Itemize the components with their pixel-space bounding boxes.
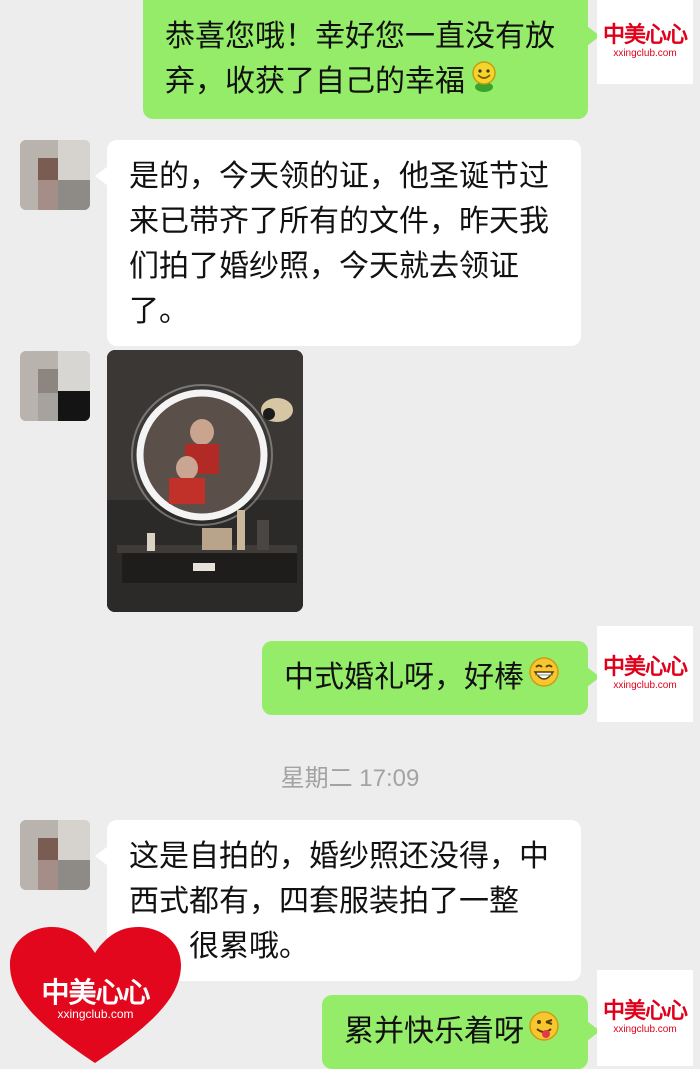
message-bubble-outgoing[interactable]: 恭喜您哦！幸好您一直没有放弃，收获了自己的幸福: [143, 0, 600, 119]
brand-url: xxingclub.com: [613, 48, 677, 59]
message-text: 累并快乐着呀: [344, 1014, 524, 1049]
brand-logo-text: 中美心心: [602, 23, 688, 48]
my-avatar[interactable]: 中美心心 xxingclub.com: [597, 970, 693, 1066]
message-text: 这是自拍的，婚纱照还没得，中西式都有，四套服装拍了一整天，很累哦。: [129, 839, 549, 964]
brand-url: xxingclub.com: [613, 1024, 677, 1035]
message-bubble-outgoing[interactable]: 累并快乐着呀: [322, 995, 600, 1069]
mirror-selfie-image: [107, 350, 303, 612]
message-bubble-incoming[interactable]: 是的，今天领的证，他圣诞节过来已带齐了所有的文件，昨天我们拍了婚纱照，今天就去领…: [95, 140, 581, 346]
smile-face-emoji-icon: [469, 60, 499, 105]
shared-photo[interactable]: [107, 350, 303, 612]
brand-url: xxingclub.com: [613, 680, 677, 691]
my-avatar[interactable]: 中美心心 xxingclub.com: [597, 0, 693, 84]
heart-logo-url: xxingclub.com: [57, 1007, 134, 1021]
heart-watermark-logo: 中美心心 xxingclub.com: [8, 925, 183, 1065]
message-text: 中式婚礼呀，好棒: [284, 660, 524, 695]
brand-logo-text: 中美心心: [602, 655, 688, 680]
grin-face-emoji-icon: [528, 656, 560, 701]
my-avatar[interactable]: 中美心心 xxingclub.com: [597, 626, 693, 722]
message-bubble-outgoing[interactable]: 中式婚礼呀，好棒: [262, 641, 600, 715]
wink-tongue-emoji-icon: [528, 1010, 560, 1055]
brand-logo-text: 中美心心: [602, 999, 688, 1024]
message-text: 是的，今天领的证，他圣诞节过来已带齐了所有的文件，昨天我们拍了婚纱照，今天就去领…: [129, 159, 549, 329]
friend-avatar[interactable]: [20, 820, 90, 890]
friend-avatar[interactable]: [20, 351, 90, 421]
friend-avatar[interactable]: [20, 140, 90, 210]
heart-logo-text: 中美心心: [41, 976, 150, 1009]
chat-window: 恭喜您哦！幸好您一直没有放弃，收获了自己的幸福 中美心心 xxingclub.c…: [0, 0, 700, 1069]
message-timestamp: 星期二 17:09: [280, 765, 420, 792]
